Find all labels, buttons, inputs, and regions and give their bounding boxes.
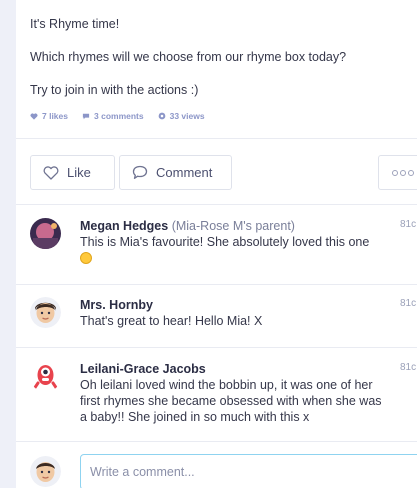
avatar[interactable]: [30, 218, 61, 249]
comment-text: This is Mia's favourite! She absolutely …: [80, 235, 370, 249]
comment-label: Comment: [156, 165, 213, 180]
avatar[interactable]: [30, 297, 61, 328]
divider: [16, 138, 417, 139]
more-dots-icon: [392, 169, 414, 176]
like-button[interactable]: Like: [30, 155, 115, 190]
left-sidebar-strip: [0, 0, 16, 488]
likes-count: 7 likes: [42, 111, 68, 121]
comment-time: 81c: [400, 298, 417, 309]
comment-relation: (Mia-Rose M's parent): [171, 219, 295, 233]
post-line-3: Try to join in with the actions :): [30, 83, 199, 97]
eye-icon: [158, 112, 165, 120]
comment-button[interactable]: Comment: [119, 155, 232, 190]
post-line-2: Which rhymes will we choose from our rhy…: [30, 50, 347, 64]
comment-time: 81c: [400, 362, 417, 373]
views-count: 33 views: [169, 111, 205, 121]
smiling-face-emoji-icon: [80, 252, 92, 264]
comment-bubble-icon: [132, 165, 148, 179]
post-line-1: It's Rhyme time!: [30, 17, 120, 31]
comment-author[interactable]: Megan Hedges: [80, 219, 168, 233]
comment-text: Oh leilani loved wind the bobbin up, it …: [80, 378, 382, 424]
post-stats: 7 likes 3 comments 33 views: [30, 111, 205, 121]
avatar[interactable]: [30, 361, 61, 392]
comments-stat[interactable]: 3 comments: [82, 111, 144, 121]
speech-bubble-icon: [82, 113, 90, 119]
comment-body: Leilani-Grace Jacobs Oh leilani loved wi…: [80, 361, 390, 425]
heart-icon: [30, 112, 38, 120]
comment-time: 81c: [400, 219, 417, 230]
comment-body: Mrs. Hornby That's great to hear! Hello …: [80, 297, 390, 329]
comment-item: Megan Hedges (Mia-Rose M's parent) This …: [16, 204, 417, 284]
heart-outline-icon: [43, 165, 59, 180]
comment-input[interactable]: [80, 454, 417, 488]
comment-text: That's great to hear! Hello Mia! X: [80, 314, 263, 328]
post-card: It's Rhyme time! Which rhymes will we ch…: [16, 0, 417, 488]
views-stat: 33 views: [158, 111, 205, 121]
like-label: Like: [67, 165, 91, 180]
likes-stat[interactable]: 7 likes: [30, 111, 68, 121]
current-user-avatar: [30, 456, 61, 487]
comments-count: 3 comments: [94, 111, 144, 121]
more-options-button[interactable]: [378, 155, 417, 190]
comment-author[interactable]: Mrs. Hornby: [80, 298, 153, 312]
comment-item: Leilani-Grace Jacobs Oh leilani loved wi…: [16, 347, 417, 441]
divider: [16, 441, 417, 442]
comment-body: Megan Hedges (Mia-Rose M's parent) This …: [80, 218, 390, 266]
comment-author[interactable]: Leilani-Grace Jacobs: [80, 362, 206, 376]
comment-item: Mrs. Hornby That's great to hear! Hello …: [16, 284, 417, 347]
